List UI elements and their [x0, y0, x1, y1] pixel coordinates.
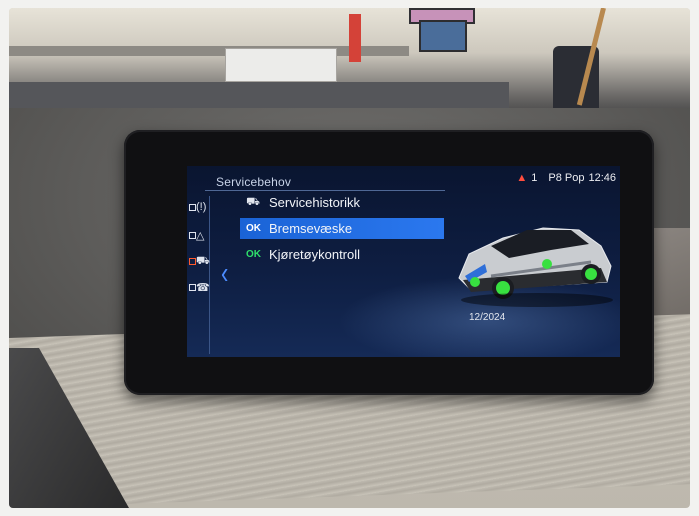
checkbox-checked-icon: [189, 258, 196, 265]
car-illustration: [458, 227, 613, 307]
ok-badge: OK: [246, 223, 261, 234]
car-wheel-highlight: [496, 281, 510, 295]
service-menu: ⛟ Servicehistorikk OK Bremsevæske OK Kjø…: [240, 192, 444, 270]
checkbox-icon: [189, 232, 196, 239]
radio-station: P8 Pop: [548, 172, 585, 184]
clock: 12:46: [588, 172, 616, 184]
warning-icon[interactable]: ▲: [516, 172, 527, 184]
ok-badge: OK: [246, 249, 261, 260]
infotainment-display: Servicebehov ▲ 1 P8 Pop 12:46 (!) △ ⛟ ☎ …: [124, 130, 654, 395]
car-brake-highlight: [542, 259, 552, 269]
tire-pressure-icon: (!): [196, 201, 207, 213]
strip-item-tire-pressure[interactable]: (!): [189, 201, 209, 216]
screen-header: Servicebehov: [205, 170, 445, 191]
menu-item-brake-fluid[interactable]: OK Bremsevæske: [240, 218, 444, 239]
screen: Servicebehov ▲ 1 P8 Pop 12:46 (!) △ ⛟ ☎ …: [187, 166, 620, 357]
checkbox-icon: [189, 204, 196, 211]
workshop-bench: [9, 82, 509, 108]
menu-item-label: Servicehistorikk: [269, 195, 361, 210]
strip-item-service[interactable]: ⛟: [189, 255, 210, 270]
left-icon-strip: (!) △ ⛟ ☎: [187, 196, 210, 354]
car-shadow: [461, 293, 613, 307]
photo-frame: Servicebehov ▲ 1 P8 Pop 12:46 (!) △ ⛟ ☎ …: [9, 8, 690, 508]
car-brake-highlight: [470, 277, 480, 287]
car-service-icon: ⛟: [196, 255, 210, 267]
menu-item-label: Bremsevæske: [269, 221, 353, 236]
back-chevron-icon[interactable]: ‹: [221, 257, 228, 289]
menu-item-service-history[interactable]: ⛟ Servicehistorikk: [240, 192, 444, 213]
vehicle-illustration: [451, 206, 616, 311]
car-wheel-highlight: [585, 268, 597, 280]
service-date: 12/2024: [469, 312, 506, 323]
car-service-icon: ⛟: [246, 195, 260, 208]
checkbox-icon: [189, 284, 196, 291]
workshop-printer: [225, 48, 337, 82]
workshop-sign: [349, 14, 361, 62]
warning-count[interactable]: 1: [531, 172, 537, 184]
strip-item-warning[interactable]: △: [189, 230, 209, 244]
status-bar: ▲ 1 P8 Pop 12:46: [516, 168, 616, 188]
workshop-laptop: [419, 20, 467, 52]
menu-item-label: Kjøretøykontroll: [269, 247, 361, 262]
strip-item-assist[interactable]: ☎: [189, 282, 210, 296]
triangle-warning-icon: △: [196, 230, 205, 242]
page-title: Servicebehov: [216, 175, 292, 189]
menu-item-vehicle-check[interactable]: OK Kjøretøykontroll: [240, 244, 444, 265]
phone-assist-icon: ☎: [196, 282, 210, 294]
